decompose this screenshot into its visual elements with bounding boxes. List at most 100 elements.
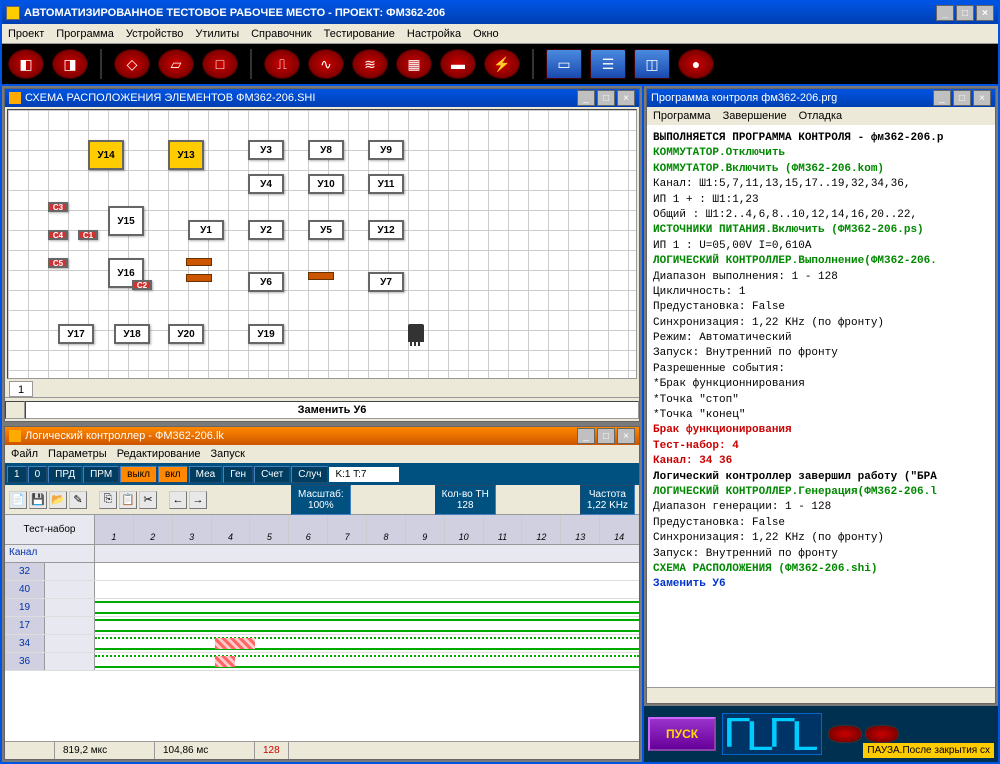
scale-info: Масштаб:100% bbox=[291, 485, 351, 515]
component-C2[interactable]: C2 bbox=[132, 280, 152, 290]
chip-У19[interactable]: У19 bbox=[248, 324, 284, 344]
menu-Утилиты[interactable]: Утилиты bbox=[195, 28, 239, 40]
prog-menu-Завершение[interactable]: Завершение bbox=[723, 110, 787, 122]
chip-У10[interactable]: У10 bbox=[308, 174, 344, 194]
lt-left-icon[interactable]: ← bbox=[169, 491, 187, 509]
lt-tool-icon[interactable]: ✎ bbox=[69, 491, 87, 509]
component-C5[interactable]: C5 bbox=[48, 258, 68, 268]
logic-maximize[interactable]: □ bbox=[597, 428, 615, 444]
toolbar-btn-window-1[interactable]: ▭ bbox=[546, 49, 582, 79]
toolbar-btn-3[interactable]: ◇ bbox=[114, 49, 150, 79]
prog-scrollbar[interactable] bbox=[647, 687, 995, 703]
prog-menu-Программа[interactable]: Программа bbox=[653, 110, 711, 122]
prog-menu-Отладка[interactable]: Отладка bbox=[799, 110, 842, 122]
logic-btn-ПРД[interactable]: ПРД bbox=[48, 466, 82, 483]
lt-right-icon[interactable]: → bbox=[189, 491, 207, 509]
resistor-0[interactable] bbox=[186, 258, 212, 266]
logic-btn-Случ[interactable]: Случ bbox=[291, 466, 328, 483]
toolbar-btn-1[interactable]: ◧ bbox=[8, 49, 44, 79]
maximize-button[interactable]: □ bbox=[956, 5, 974, 21]
toolbar-btn-window-2[interactable]: ☰ bbox=[590, 49, 626, 79]
toolbar-btn-2[interactable]: ◨ bbox=[52, 49, 88, 79]
chip-У20[interactable]: У20 bbox=[168, 324, 204, 344]
chip-У15[interactable]: У15 bbox=[108, 206, 144, 236]
logic-btn-выкл[interactable]: выкл bbox=[120, 466, 157, 483]
chip-У13[interactable]: У13 bbox=[168, 140, 204, 170]
logic-btn-Ген[interactable]: Ген bbox=[223, 466, 253, 483]
resistor-1[interactable] bbox=[186, 274, 212, 282]
prog-output[interactable]: ВЫПОЛНЯЕТСЯ ПРОГРАММА КОНТРОЛЯ - фм362-2… bbox=[647, 125, 995, 687]
logic-btn-вкл[interactable]: вкл bbox=[158, 466, 188, 483]
toolbar-btn-4[interactable]: ▱ bbox=[158, 49, 194, 79]
schematic-tab[interactable]: 1 bbox=[9, 381, 33, 397]
prog-line: Предустановка: False bbox=[653, 300, 989, 315]
chip-У2[interactable]: У2 bbox=[248, 220, 284, 240]
menu-Устройство[interactable]: Устройство bbox=[126, 28, 184, 40]
lt-save-icon[interactable]: 💾 bbox=[29, 491, 47, 509]
lt-open-icon[interactable]: 📂 bbox=[49, 491, 67, 509]
toolbar-btn-5[interactable]: □ bbox=[202, 49, 238, 79]
lt-paste-icon[interactable]: 📋 bbox=[119, 491, 137, 509]
component-C4[interactable]: C4 bbox=[48, 230, 68, 240]
schematic-close[interactable]: × bbox=[617, 90, 635, 106]
toolbar-btn-11[interactable]: ⚡ bbox=[484, 49, 520, 79]
chip-У4[interactable]: У4 bbox=[248, 174, 284, 194]
logic-minimize[interactable]: _ bbox=[577, 428, 595, 444]
toolbar-btn-10[interactable]: ▬ bbox=[440, 49, 476, 79]
ctrl-btn-1[interactable] bbox=[828, 725, 862, 743]
toolbar-btn-7[interactable]: ∿ bbox=[308, 49, 344, 79]
lt-cut-icon[interactable]: ✂ bbox=[139, 491, 157, 509]
resistor-2[interactable] bbox=[308, 272, 334, 280]
component-C3[interactable]: C3 bbox=[48, 202, 68, 212]
toolbar-btn-9[interactable]: ▦ bbox=[396, 49, 432, 79]
logic-menu-Файл[interactable]: Файл bbox=[11, 448, 38, 460]
lt-new-icon[interactable]: 📄 bbox=[9, 491, 27, 509]
chip-У6[interactable]: У6 bbox=[248, 272, 284, 292]
chip-У14[interactable]: У14 bbox=[88, 140, 124, 170]
menu-Настройка[interactable]: Настройка bbox=[407, 28, 461, 40]
component-C1[interactable]: C1 bbox=[78, 230, 98, 240]
toolbar-btn-12[interactable]: ● bbox=[678, 49, 714, 79]
logic-close[interactable]: × bbox=[617, 428, 635, 444]
chip-У18[interactable]: У18 bbox=[114, 324, 150, 344]
logic-menu-Запуск[interactable]: Запуск bbox=[210, 448, 244, 460]
logic-btn-1[interactable]: 1 bbox=[7, 466, 27, 483]
prog-maximize[interactable]: □ bbox=[953, 90, 971, 106]
ctrl-btn-2[interactable] bbox=[865, 725, 899, 743]
prog-close[interactable]: × bbox=[973, 90, 991, 106]
menu-Программа[interactable]: Программа bbox=[56, 28, 114, 40]
footer-btn-left[interactable] bbox=[5, 401, 25, 419]
logic-btn-Меа[interactable]: Меа bbox=[189, 466, 223, 483]
toolbar-btn-8[interactable]: ≋ bbox=[352, 49, 388, 79]
toolbar-btn-6[interactable]: ⎍ bbox=[264, 49, 300, 79]
menu-Окно[interactable]: Окно bbox=[473, 28, 499, 40]
logic-btn-0[interactable]: 0 bbox=[28, 466, 48, 483]
logic-grid[interactable]: Тест-набор 1234567891011121314 Канал 324… bbox=[5, 515, 639, 741]
logic-btn-ПРМ[interactable]: ПРМ bbox=[83, 466, 119, 483]
chip-У7[interactable]: У7 bbox=[368, 272, 404, 292]
logic-menu-Редактирование[interactable]: Редактирование bbox=[117, 448, 201, 460]
start-button[interactable]: ПУСК bbox=[648, 717, 716, 751]
menu-Тестирование[interactable]: Тестирование bbox=[324, 28, 395, 40]
chip-У17[interactable]: У17 bbox=[58, 324, 94, 344]
menu-Проект[interactable]: Проект bbox=[8, 28, 44, 40]
logic-menu-Параметры[interactable]: Параметры bbox=[48, 448, 107, 460]
toolbar-btn-window-3[interactable]: ◫ bbox=[634, 49, 670, 79]
menu-Справочник[interactable]: Справочник bbox=[251, 28, 312, 40]
chip-У11[interactable]: У11 bbox=[368, 174, 404, 194]
schematic-canvas[interactable]: У14У13У3У8У9У4У10У11У15У1У2У5У12У16У6У7У… bbox=[7, 109, 637, 379]
chip-У8[interactable]: У8 bbox=[308, 140, 344, 160]
chip-У1[interactable]: У1 bbox=[188, 220, 224, 240]
logic-btn-Счет[interactable]: Счет bbox=[254, 466, 290, 483]
lt-copy-icon[interactable]: ⎘ bbox=[99, 491, 117, 509]
chip-У9[interactable]: У9 bbox=[368, 140, 404, 160]
chip-У3[interactable]: У3 bbox=[248, 140, 284, 160]
chip-У5[interactable]: У5 bbox=[308, 220, 344, 240]
schematic-minimize[interactable]: _ bbox=[577, 90, 595, 106]
transistor[interactable] bbox=[408, 324, 424, 342]
close-button[interactable]: × bbox=[976, 5, 994, 21]
chip-У12[interactable]: У12 bbox=[368, 220, 404, 240]
schematic-maximize[interactable]: □ bbox=[597, 90, 615, 106]
minimize-button[interactable]: _ bbox=[936, 5, 954, 21]
prog-minimize[interactable]: _ bbox=[933, 90, 951, 106]
